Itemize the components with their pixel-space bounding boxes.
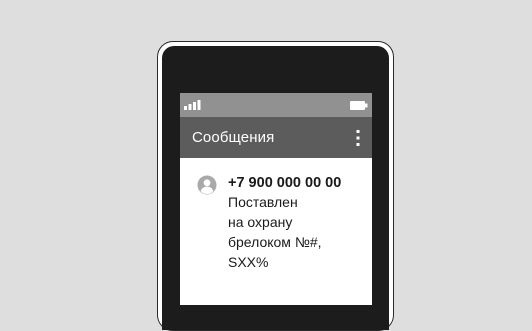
message-text-line: Поставлен xyxy=(228,194,298,210)
more-vert-icon[interactable] xyxy=(349,127,367,149)
message-text-line: брелоком №#, xyxy=(228,234,322,250)
app-bar: Сообщения xyxy=(180,117,372,158)
message-text-line: на охрану xyxy=(228,214,293,230)
message-sender: +7 900 000 00 00 xyxy=(228,175,342,191)
message-text-line: SXX% xyxy=(228,254,269,270)
user-avatar-icon xyxy=(197,175,217,195)
message-item[interactable]: +7 900 000 00 00 Поставлен на охрану бре… xyxy=(180,158,372,272)
phone-screen: Сообщения +7 900 000 00 00 Поставлен на … xyxy=(180,93,372,305)
status-bar xyxy=(180,93,372,117)
battery-icon xyxy=(350,101,368,110)
signal-bars-icon xyxy=(184,100,201,110)
message-content: +7 900 000 00 00 Поставлен на охрану бре… xyxy=(228,174,368,272)
app-title: Сообщения xyxy=(192,129,275,146)
